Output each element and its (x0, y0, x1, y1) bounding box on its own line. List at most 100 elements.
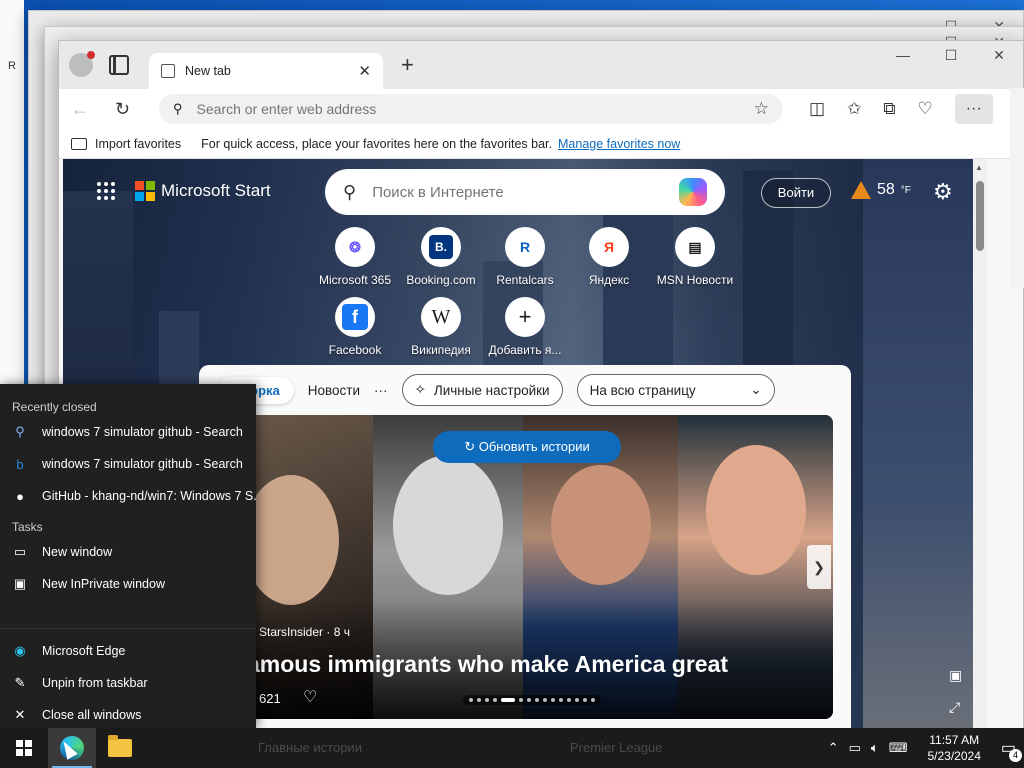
profile-avatar[interactable] (69, 51, 95, 77)
keyboard-icon[interactable]: ⌨ (889, 740, 908, 756)
facebook-icon: f (335, 297, 375, 337)
import-favorites-button[interactable]: Import favorites (95, 137, 181, 151)
unpin-from-taskbar-item[interactable]: ✎ Unpin from taskbar (0, 667, 256, 699)
sparkle-icon: ✧ (414, 382, 426, 397)
search-icon: ⚲ (15, 424, 25, 439)
chevron-down-icon: ⌄ (750, 382, 762, 397)
app-label: Close all windows (42, 708, 142, 722)
refresh-icon[interactable]: ↻ (115, 99, 139, 120)
taskbar-file-explorer-button[interactable] (96, 728, 144, 768)
quick-link-wikipedia[interactable]: W Википедия (399, 297, 483, 357)
collections-icon[interactable]: ⧉ (883, 99, 895, 119)
quick-link-facebook[interactable]: f Facebook (313, 297, 397, 357)
task-label: New InPrivate window (42, 577, 165, 591)
web-search-input[interactable] (372, 183, 663, 201)
refresh-stories-button[interactable]: ↻ Обновить истории (433, 431, 621, 463)
quick-link-rentalcars[interactable]: R Rentalcars (483, 227, 567, 287)
clock[interactable]: 11:57 AM 5/23/2024 (927, 732, 980, 764)
refresh-stories-label: Обновить истории (478, 439, 590, 454)
chevron-up-icon[interactable]: ⌃ (828, 740, 839, 756)
clock-time: 11:57 AM (929, 733, 980, 747)
weather-widget[interactable]: 58 °F (851, 181, 911, 199)
window-icon: ▭ (13, 544, 27, 559)
address-input[interactable] (196, 101, 740, 117)
recent-item[interactable]: ● GitHub - khang-nd/win7: Windows 7 S... (0, 480, 256, 512)
brand-title[interactable]: Microsoft Start (161, 181, 271, 201)
manage-favorites-link[interactable]: Manage favorites now (558, 137, 680, 151)
quick-link-label: Яндекс (588, 273, 630, 287)
background-window-edge: R (0, 0, 24, 390)
scrollbar-thumb[interactable] (976, 181, 984, 251)
login-button[interactable]: Войти (761, 178, 831, 208)
favorites-icon[interactable]: ✩ (847, 99, 861, 119)
layout-select-value: На всю страницу (589, 382, 696, 398)
expand-icon[interactable]: ⤢ (949, 699, 960, 716)
recent-item[interactable]: b windows 7 simulator github - Search (0, 448, 256, 480)
quick-link-label: MSN Новости (656, 273, 734, 287)
inprivate-icon: ▣ (13, 576, 27, 591)
quick-link-yandex[interactable]: Я Яндекс (567, 227, 651, 287)
wikipedia-icon: W (421, 297, 461, 337)
notification-count: 4 (1009, 749, 1022, 762)
tab-title: New tab (185, 64, 231, 78)
folder-icon (108, 735, 132, 757)
window-controls: — ☐ ✕ (879, 47, 1023, 64)
maximize-button[interactable]: ☐ (927, 47, 975, 64)
notifications-icon[interactable]: ▭ 4 (1001, 738, 1022, 762)
weather-unit: °F (900, 184, 911, 196)
browser-essentials-icon[interactable]: ♡ (917, 99, 932, 119)
new-inprivate-window-item[interactable]: ▣ New InPrivate window (0, 568, 256, 600)
more-tabs-icon[interactable]: ··· (374, 383, 388, 398)
app-launcher-icon[interactable] (97, 182, 115, 200)
new-window-item[interactable]: ▭ New window (0, 536, 256, 568)
close-all-windows-item[interactable]: ✕ Close all windows (0, 699, 256, 731)
volume-muted-icon[interactable]: 🔈︎ (871, 740, 879, 756)
hero-story-card[interactable]: ↻ Обновить истории ❯ StarsInsider · 8 ч … (223, 415, 833, 719)
task-label: New window (42, 545, 113, 559)
add-favorite-star-icon[interactable]: ☆ (754, 99, 769, 119)
carousel-dots (463, 695, 601, 705)
import-favorites-icon (71, 137, 87, 150)
close-window-button[interactable]: ✕ (975, 47, 1023, 64)
settings-more-icon[interactable]: ··· (954, 94, 993, 124)
yandex-icon: Я (589, 227, 629, 267)
jump-list-app-section: ◉ Microsoft Edge ✎ Unpin from taskbar ✕ … (0, 622, 256, 731)
toolbar-icons: ◫ ✩ ⧉ ♡ ··· (809, 94, 993, 124)
next-story-chevron-icon[interactable]: ❯ (807, 545, 831, 589)
github-icon: ● (16, 488, 24, 504)
tab-actions-icon[interactable] (109, 55, 129, 75)
quick-link-booking[interactable]: B. Booking.com (399, 227, 483, 287)
weather-alert-icon (851, 181, 871, 199)
minimize-button[interactable]: — (879, 47, 927, 64)
layout-select[interactable]: На всю страницу ⌄ (576, 374, 775, 406)
personalize-button[interactable]: ✧ Личные настройки (401, 374, 563, 406)
back-arrow-icon[interactable]: ← (71, 99, 95, 120)
recent-item[interactable]: ⚲ windows 7 simulator github - Search (0, 416, 256, 448)
open-microsoft-edge-item[interactable]: ◉ Microsoft Edge (0, 635, 256, 667)
start-button[interactable] (0, 728, 48, 768)
copilot-icon[interactable] (679, 178, 707, 206)
add-icon: + (505, 297, 545, 337)
story-headline[interactable]: amous immigrants who make America great (247, 651, 728, 678)
page-settings-gear-icon[interactable]: ⚙ (933, 179, 953, 205)
page-scrollbar[interactable]: ▲ (973, 159, 987, 729)
app-label: Microsoft Edge (42, 644, 126, 658)
recent-item-label: GitHub - khang-nd/win7: Windows 7 S... (42, 489, 256, 503)
feedback-icon[interactable]: ▣ (949, 667, 962, 684)
quick-link-add[interactable]: + Добавить я... (483, 297, 567, 357)
favorites-bar-hint: For quick access, place your favorites h… (201, 136, 553, 151)
quick-link-microsoft-365[interactable]: ❂ Microsoft 365 (313, 227, 397, 287)
msn-news-icon: ▤ (675, 227, 715, 267)
quick-link-msn-news[interactable]: ▤ MSN Новости (653, 227, 737, 287)
dislike-icon[interactable]: ♡ (303, 687, 317, 707)
address-bar[interactable]: ⚲ ☆ (159, 94, 783, 124)
new-tab-plus-icon[interactable]: + (401, 52, 414, 78)
network-icon[interactable]: ▭ (849, 740, 861, 756)
tasks-header: Tasks (12, 520, 43, 534)
web-search-box[interactable]: ⚲ (325, 169, 725, 215)
close-tab-icon[interactable]: ✕ (358, 62, 371, 80)
tab-new-tab[interactable]: New tab ✕ (149, 53, 383, 89)
title-bar: New tab ✕ + — ☐ ✕ (59, 41, 1023, 89)
tab-news[interactable]: Новости (308, 383, 360, 398)
split-screen-icon[interactable]: ◫ (809, 99, 825, 119)
